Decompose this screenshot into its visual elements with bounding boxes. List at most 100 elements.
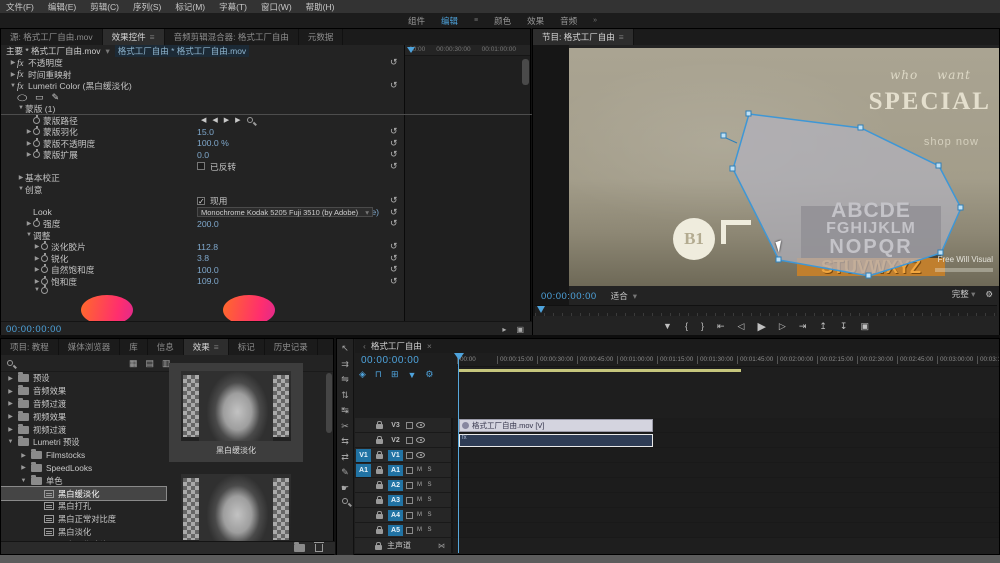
track-header-V1[interactable]: V1V1 bbox=[355, 448, 453, 462]
solo-button[interactable]: S bbox=[426, 467, 433, 473]
menu-item[interactable]: 标记(M) bbox=[175, 1, 205, 13]
solo-button[interactable]: S bbox=[426, 497, 433, 503]
twirl-icon[interactable]: ▶ bbox=[7, 388, 14, 395]
mute-button[interactable]: M bbox=[416, 497, 423, 503]
highlight-tint-wheel[interactable] bbox=[223, 295, 275, 323]
track-header-A4[interactable]: A4MS bbox=[355, 508, 453, 522]
twirl-icon[interactable]: ▶ bbox=[33, 243, 41, 250]
settings-wrench-icon[interactable]: ⚙ bbox=[985, 289, 993, 300]
tool-selection[interactable]: ↖ bbox=[341, 343, 349, 354]
source-patch[interactable] bbox=[356, 524, 371, 537]
step-forward-button[interactable]: ▷ bbox=[779, 321, 786, 332]
program-timecode[interactable]: 00:00:00:00 bbox=[541, 291, 597, 302]
mark-in-button[interactable]: { bbox=[685, 321, 688, 331]
reset-icon[interactable]: ↺ bbox=[390, 253, 398, 264]
reset-icon[interactable]: ↺ bbox=[390, 161, 398, 172]
menu-item[interactable]: 文件(F) bbox=[6, 1, 34, 13]
twirl-icon[interactable]: ▶ bbox=[25, 140, 33, 147]
mark-out-button[interactable]: } bbox=[701, 321, 704, 331]
twirl-icon[interactable]: ▶ bbox=[20, 464, 27, 471]
track-header-A3[interactable]: A3MS bbox=[355, 493, 453, 507]
reset-icon[interactable]: ↺ bbox=[390, 264, 398, 275]
stopwatch-icon[interactable] bbox=[33, 220, 40, 227]
track-name[interactable]: V3 bbox=[388, 420, 403, 431]
track-lane[interactable] bbox=[453, 463, 999, 477]
twirl-icon[interactable]: ▶ bbox=[33, 266, 41, 273]
add-marker-button[interactable]: ▼ bbox=[663, 321, 672, 331]
twirl-icon[interactable]: ▶ bbox=[25, 220, 33, 227]
new-bin-icon[interactable] bbox=[294, 544, 305, 552]
workspace-tab-效果[interactable]: 效果 bbox=[527, 15, 544, 27]
param-value[interactable]: 100.0 % bbox=[197, 138, 229, 148]
tool-rate-stretch[interactable]: ↹ bbox=[341, 405, 349, 416]
stopwatch-icon[interactable] bbox=[41, 287, 48, 294]
effects-search-input[interactable] bbox=[19, 359, 79, 368]
track-name[interactable]: A5 bbox=[388, 525, 403, 536]
master-clip-label[interactable]: 主要 * 格式工厂自由.mov bbox=[6, 45, 100, 57]
lock-icon[interactable] bbox=[376, 469, 383, 474]
track-lane[interactable] bbox=[453, 448, 999, 462]
track-name[interactable]: V1 bbox=[388, 450, 403, 461]
tab-项目: 教程[interactable]: 项目: 教程 bbox=[1, 339, 59, 355]
go-to-out-button[interactable]: ⇥ bbox=[799, 321, 807, 332]
solo-button[interactable]: S bbox=[426, 482, 433, 488]
sync-lock-icon[interactable] bbox=[406, 467, 413, 474]
timeline-timecode[interactable]: 00:00:00:00 bbox=[361, 355, 419, 366]
track-output-eye-icon[interactable] bbox=[416, 437, 425, 443]
program-monitor-tab[interactable]: 节目: 格式工厂自由≡ bbox=[533, 29, 634, 45]
audio-clip[interactable]: fx bbox=[459, 434, 653, 447]
lock-icon[interactable] bbox=[376, 484, 383, 489]
mute-button[interactable]: M bbox=[416, 512, 423, 518]
panel-menu-icon[interactable]: ≡ bbox=[150, 32, 155, 42]
zoom-level-select[interactable]: 适合▾ bbox=[611, 290, 637, 302]
track-lane[interactable] bbox=[453, 493, 999, 507]
sync-lock-icon[interactable] bbox=[406, 422, 413, 429]
preset-preview-card[interactable]: 黑白缓淡化 bbox=[169, 363, 303, 462]
zoom-mask-icon[interactable] bbox=[247, 117, 253, 123]
tool-hand[interactable]: ☛ bbox=[341, 483, 349, 494]
twirl-icon[interactable]: ▶ bbox=[25, 128, 33, 135]
twirl-icon[interactable]: ▼ bbox=[9, 83, 17, 89]
lock-icon[interactable] bbox=[376, 499, 383, 504]
tool-slip[interactable]: ⇆ bbox=[341, 436, 349, 447]
workspace-overflow-icon[interactable]: » bbox=[593, 17, 597, 24]
timeline-ruler[interactable]: 00:0000:00:15:0000:00:30:0000:00:45:0000… bbox=[457, 353, 999, 367]
menu-item[interactable]: 序列(S) bbox=[133, 1, 161, 13]
menu-item[interactable]: 编辑(E) bbox=[48, 1, 76, 13]
effects-scrollbar[interactable] bbox=[326, 373, 332, 433]
track-name[interactable]: A4 bbox=[388, 510, 403, 521]
close-icon[interactable]: × bbox=[427, 341, 432, 351]
keyframe-ruler[interactable]: 00:0000:00:30:0000:01:00:00 bbox=[405, 45, 530, 56]
checkbox-现用[interactable] bbox=[197, 197, 205, 205]
tab-源: 格式工厂自由.mov[interactable]: 源: 格式工厂自由.mov bbox=[1, 29, 103, 45]
mute-button[interactable]: M bbox=[416, 467, 423, 473]
twirl-icon[interactable]: ▶ bbox=[7, 400, 14, 407]
track-name[interactable]: V2 bbox=[388, 435, 403, 446]
track-lane[interactable] bbox=[453, 523, 999, 537]
export-frame-button[interactable]: ▣ bbox=[860, 321, 869, 332]
tool-pen[interactable]: ✎ bbox=[341, 467, 349, 478]
track-header-A2[interactable]: A2MS bbox=[355, 478, 453, 492]
track-output-eye-icon[interactable] bbox=[416, 452, 425, 458]
reset-icon[interactable]: ↺ bbox=[390, 276, 398, 287]
stopwatch-icon[interactable] bbox=[33, 117, 40, 124]
tool-track-select-forward[interactable]: ⇉ bbox=[341, 359, 349, 370]
menu-item[interactable]: 剪辑(C) bbox=[90, 1, 119, 13]
play-around-icon[interactable]: ▸ bbox=[502, 325, 506, 334]
tab-库[interactable]: 库 bbox=[120, 339, 148, 355]
param-value[interactable]: 0.0 bbox=[197, 150, 209, 160]
checkbox-已反转[interactable] bbox=[197, 162, 205, 170]
tab-音频剪辑混合器: 格式工厂自由[interactable]: 音频剪辑混合器: 格式工厂自由 bbox=[165, 29, 299, 45]
sync-lock-icon[interactable] bbox=[406, 512, 413, 519]
stopwatch-icon[interactable] bbox=[41, 266, 48, 273]
tab-信息[interactable]: 信息 bbox=[148, 339, 184, 355]
menu-item[interactable]: 窗口(W) bbox=[261, 1, 292, 13]
track-output-eye-icon[interactable] bbox=[416, 422, 425, 428]
workspace-tab-组件[interactable]: 组件 bbox=[408, 15, 425, 27]
linked-selection-icon[interactable]: ⊞ bbox=[391, 369, 399, 380]
go-to-in-button[interactable]: ⇤ bbox=[717, 321, 725, 332]
twirl-icon[interactable]: ▶ bbox=[7, 413, 14, 420]
param-value[interactable]: 200.0 bbox=[197, 219, 219, 229]
source-patch[interactable] bbox=[356, 479, 371, 492]
source-patch[interactable] bbox=[356, 509, 371, 522]
